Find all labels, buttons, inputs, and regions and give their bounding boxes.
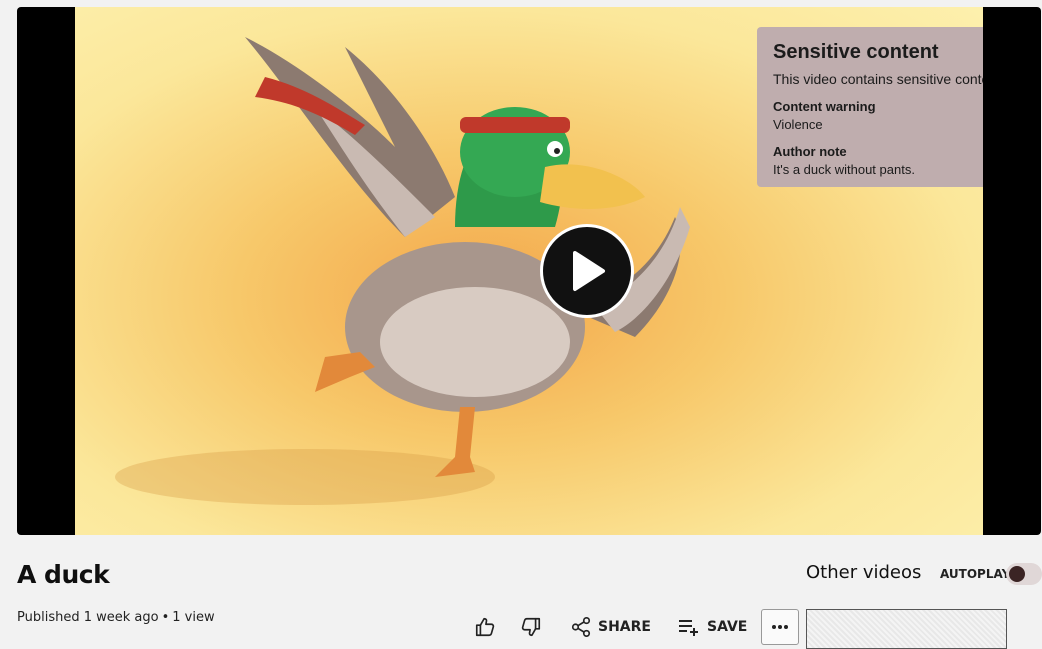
published-prefix: Published <box>17 610 80 625</box>
author-note-label: Author note <box>773 144 847 159</box>
video-title: A duck <box>17 560 110 589</box>
dislike-button[interactable] <box>520 616 542 638</box>
meta-separator: • <box>161 610 170 625</box>
more-horizontal-icon <box>772 625 789 629</box>
video-player[interactable]: Sensitive content This video contains se… <box>17 7 1041 535</box>
play-button[interactable] <box>540 224 634 318</box>
autoplay-toggle[interactable] <box>1006 563 1042 585</box>
save-label: SAVE <box>706 619 748 635</box>
more-actions-button[interactable] <box>761 609 800 645</box>
autoplay-toggle-knob <box>1009 566 1025 582</box>
thumbs-down-icon <box>521 617 541 637</box>
content-warning-value: Violence <box>773 117 823 132</box>
thumbs-up-icon <box>475 617 495 637</box>
play-icon <box>573 251 605 291</box>
share-icon <box>571 617 591 637</box>
video-actions: SHARE SAVE <box>474 609 800 645</box>
warning-description: This video contains sensitive content. <box>773 71 983 87</box>
other-videos-heading: Other videos <box>806 562 922 583</box>
save-button[interactable]: SAVE <box>677 616 747 638</box>
view-count: 1 view <box>172 610 215 625</box>
share-label: SHARE <box>598 619 651 635</box>
share-button[interactable]: SHARE <box>570 616 651 638</box>
author-note-value: It's a duck without pants. <box>773 162 915 177</box>
sensitive-content-warning: Sensitive content This video contains se… <box>757 27 983 187</box>
next-video-thumbnail[interactable] <box>806 609 1007 649</box>
video-meta: Published 1 week ago • 1 view <box>17 610 215 625</box>
published-date[interactable]: 1 week ago <box>84 610 159 625</box>
content-warning-label: Content warning <box>773 99 876 114</box>
video-frame: Sensitive content This video contains se… <box>75 7 983 535</box>
like-button[interactable] <box>474 616 496 638</box>
autoplay-label: AUTOPLAY <box>940 567 1011 581</box>
warning-title: Sensitive content <box>773 41 939 63</box>
playlist-add-icon <box>678 620 698 636</box>
